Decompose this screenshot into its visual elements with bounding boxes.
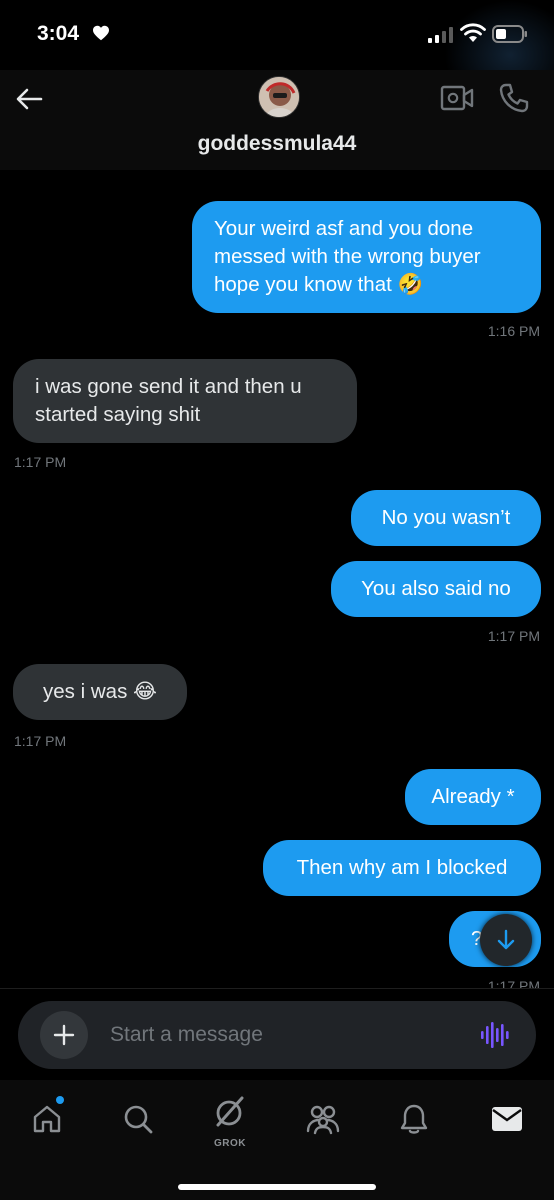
- incoming-message[interactable]: i was gone send it and then u started sa…: [13, 359, 357, 443]
- home-icon: [33, 1105, 61, 1133]
- message-composer: [18, 1001, 536, 1069]
- status-bar: 3:04: [0, 0, 554, 100]
- outgoing-message[interactable]: Already *: [405, 769, 541, 825]
- heart-icon: [93, 25, 109, 41]
- bottom-tab-bar: GROK: [0, 1080, 554, 1200]
- outgoing-message[interactable]: No you wasn’t: [351, 490, 541, 546]
- message-timestamp: 1:17 PM: [14, 454, 67, 470]
- outgoing-message[interactable]: You also said no: [331, 561, 541, 617]
- conversation-username[interactable]: goddessmula44: [0, 132, 554, 156]
- outgoing-message[interactable]: Then why am I blocked: [263, 840, 541, 896]
- message-thread[interactable]: Your weird asf and you done messed with …: [0, 170, 554, 988]
- tab-grok[interactable]: GROK: [205, 1088, 255, 1149]
- tab-notifications[interactable]: [389, 1094, 439, 1144]
- grok-icon: [216, 1096, 244, 1127]
- video-camera-icon[interactable]: [440, 84, 474, 112]
- voice-waveform-icon[interactable]: [480, 1021, 510, 1049]
- tab-messages[interactable]: [482, 1094, 532, 1144]
- tab-communities[interactable]: [298, 1094, 348, 1144]
- conversation-header: goddessmula44: [0, 70, 554, 170]
- outgoing-message[interactable]: Your weird asf and you done messed with …: [192, 201, 541, 313]
- communities-icon: [306, 1105, 340, 1135]
- add-attachment-button[interactable]: [40, 1011, 88, 1059]
- wifi-icon: [460, 23, 486, 42]
- status-time: 3:04: [37, 22, 80, 45]
- scroll-to-bottom-button[interactable]: [480, 914, 532, 966]
- phone-icon[interactable]: [498, 82, 530, 114]
- message-timestamp: 1:17 PM: [487, 978, 540, 988]
- grok-label: GROK: [214, 1138, 246, 1149]
- notification-dot: [56, 1096, 64, 1104]
- message-timestamp: 1:17 PM: [487, 628, 540, 644]
- message-timestamp: 1:16 PM: [487, 323, 540, 339]
- cellular-signal-icon: [428, 27, 453, 43]
- messages-icon: [492, 1107, 522, 1131]
- battery-icon: [492, 25, 527, 43]
- message-timestamp: 1:17 PM: [14, 733, 67, 749]
- arrow-down-icon: [497, 929, 515, 950]
- incoming-message[interactable]: yes i was 😂: [13, 664, 187, 720]
- home-indicator: [178, 1184, 376, 1190]
- search-icon: [124, 1105, 153, 1134]
- message-input[interactable]: [110, 1019, 450, 1051]
- back-button[interactable]: [12, 82, 46, 116]
- arrow-left-icon: [16, 88, 43, 110]
- tab-home[interactable]: [22, 1094, 72, 1144]
- avatar[interactable]: [258, 76, 300, 118]
- avatar-image: [259, 77, 299, 117]
- plus-icon: [53, 1024, 75, 1046]
- tab-search[interactable]: [113, 1094, 163, 1144]
- notifications-icon: [400, 1104, 428, 1134]
- composer-bar: [0, 988, 554, 1080]
